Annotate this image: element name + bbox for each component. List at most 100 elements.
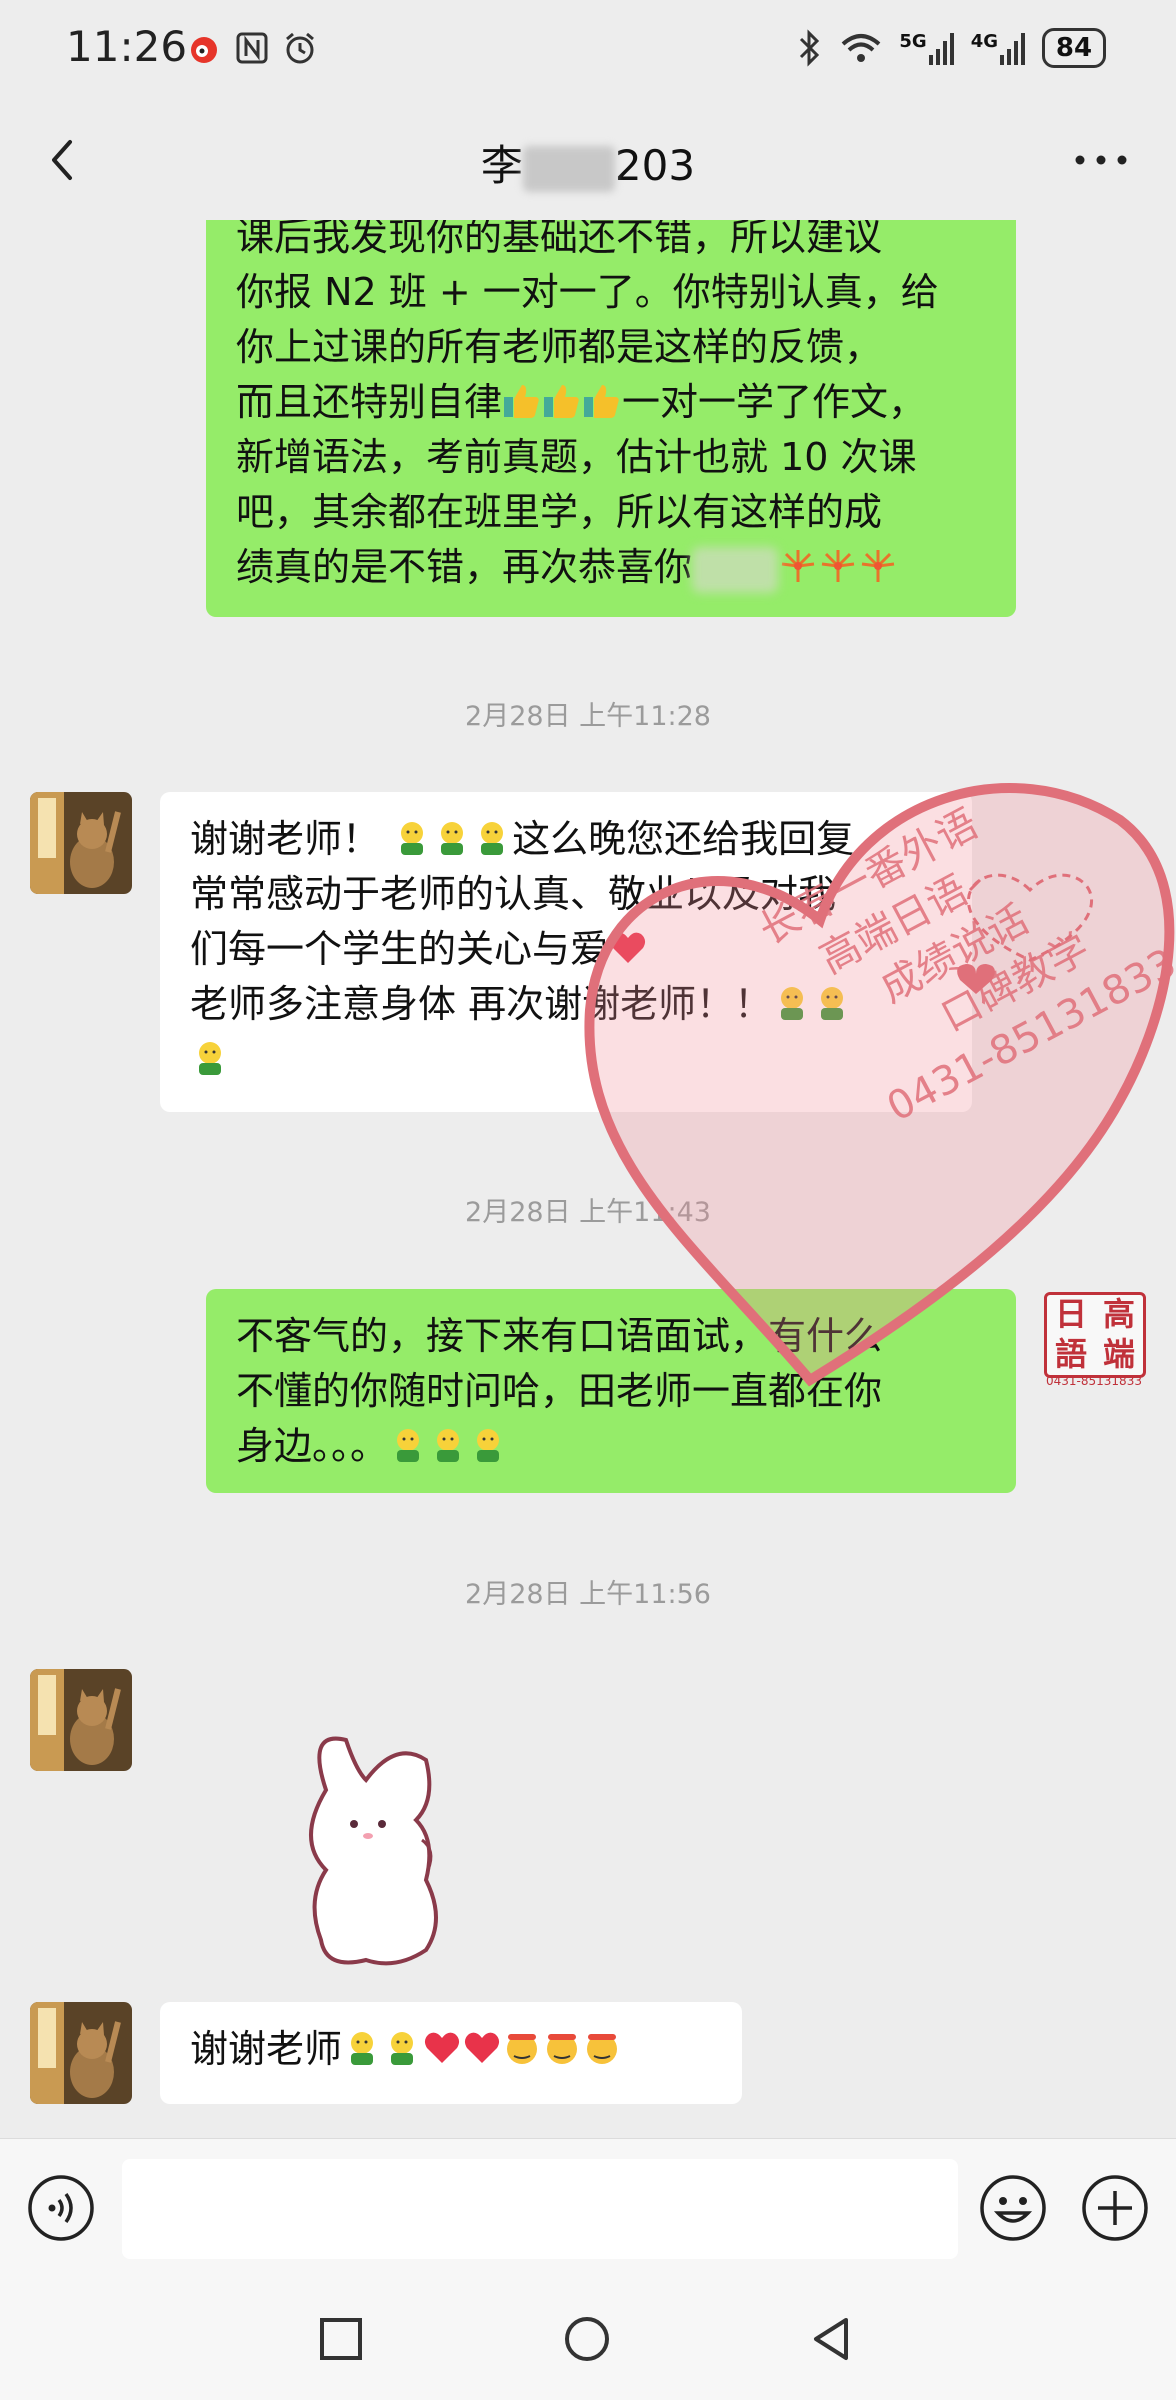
- cat-avatar-image: [30, 2002, 132, 2104]
- seal-char: 語: [1054, 1335, 1087, 1373]
- signal-4g: 4G: [971, 31, 1026, 65]
- emoji-hug-icon: [481, 822, 504, 855]
- message-bubble-incoming[interactable]: 谢谢老师: [160, 2002, 742, 2104]
- signal-5g: 5G: [899, 31, 954, 65]
- message-line: 身边。。。: [236, 1419, 986, 1474]
- seal-stamp: 日 高 語 端 0431-85131833: [1040, 1292, 1148, 1388]
- message-line: 不懂的你随时问哈，田老师一直都在你: [236, 1369, 883, 1413]
- message-text: 谢谢老师！: [190, 817, 381, 861]
- emoji-hug-icon: [441, 822, 464, 855]
- emoji-hug-icon: [781, 987, 804, 1020]
- message-line: 常常感动于老师的认真、敬业以及对我: [190, 872, 837, 916]
- network-label-4g: 4G: [970, 31, 998, 52]
- message-timestamp: 2月28日 上午11:43: [465, 1197, 711, 1228]
- status-left-icons: [186, 30, 318, 66]
- weibo-icon: [191, 37, 217, 63]
- message-text: 身边。。。: [236, 1424, 389, 1468]
- heart-icon: [464, 2032, 500, 2063]
- emoji-salute-icon: [587, 2034, 618, 2064]
- message-line: 新增语法，考前真题，估计也就 10 次课: [236, 435, 917, 479]
- cat-avatar-image: [30, 792, 132, 894]
- chat-title-suffix: 203: [614, 141, 696, 190]
- cat-avatar-image: [30, 1669, 132, 1771]
- battery-icon: 84: [1042, 28, 1106, 68]
- avatar[interactable]: [30, 792, 132, 894]
- message-line: 谢谢老师！ 这么晚您还给我回复，: [190, 812, 942, 867]
- seal-phone: 0431-85131833: [1046, 1374, 1142, 1388]
- emoji-icon[interactable]: [978, 2173, 1048, 2243]
- emoji-hug-icon: [351, 2032, 374, 2065]
- seal-char: 日: [1054, 1295, 1087, 1333]
- message-timestamp: 2月28日 上午11:28: [465, 701, 711, 732]
- status-bar: 11:26 5G 4G 84: [0, 0, 1176, 100]
- emoji-hug-icon: [391, 2032, 414, 2065]
- emoji-salute-icon: [547, 2034, 578, 2064]
- alarm-icon: [286, 32, 314, 64]
- firework-icon: [821, 550, 855, 582]
- bunny-sticker-image[interactable]: [286, 1720, 476, 1980]
- wifi-icon: [842, 34, 881, 62]
- avatar[interactable]: [30, 2002, 132, 2104]
- chat-input-bar: [0, 2138, 1176, 2275]
- heart-icon: [424, 2032, 460, 2063]
- thumbs-up-icon: [584, 385, 619, 418]
- message-line: 们每一个学生的关心与爱: [190, 922, 942, 977]
- battery-level: 84: [1055, 33, 1093, 63]
- message-text: 一对一学了作文，: [622, 380, 927, 424]
- back-triangle-icon[interactable]: [806, 2314, 856, 2364]
- message-text: 老师多注意身体 再次谢谢老师！！: [190, 982, 773, 1026]
- voice-icon[interactable]: [26, 2173, 96, 2243]
- home-icon[interactable]: [562, 2314, 612, 2364]
- emoji-salute-icon: [507, 2034, 538, 2064]
- firework-icon: [861, 550, 895, 582]
- chat-title-prefix: 李: [480, 141, 523, 190]
- emoji-hug-icon: [397, 1429, 420, 1462]
- message-bubble-outgoing[interactable]: 课后我发现你的基础还不错，所以建议 你报 N2 班 + 一对一了。你特别认真，给…: [206, 220, 1016, 617]
- message-line: 课后我发现你的基础还不错，所以建议: [236, 220, 883, 259]
- message-text: 们每一个学生的关心与爱: [190, 927, 609, 971]
- heart-icon: [610, 932, 646, 963]
- thumbs-up-icon: [504, 385, 539, 418]
- system-navigation-bar: [0, 2274, 1176, 2400]
- chat-header: 李 203: [0, 100, 1176, 220]
- emoji-hug-icon: [437, 1429, 460, 1462]
- thumbs-up-icon: [544, 385, 579, 418]
- message-text: 这么晚您还给我回复，: [512, 817, 893, 861]
- emoji-hug-icon: [477, 1429, 500, 1462]
- message-bubble-incoming[interactable]: 谢谢老师！ 这么晚您还给我回复， 常常感动于老师的认真、敬业以及对我 们每一个学…: [160, 792, 972, 1112]
- message-text: 谢谢老师: [190, 2027, 343, 2071]
- emoji-hug-icon: [821, 987, 844, 1020]
- chat-title: 李 203: [0, 132, 1176, 193]
- avatar[interactable]: [30, 1669, 132, 1771]
- message-text: 而且还特别自律: [236, 380, 503, 424]
- chat-area[interactable]: 课后我发现你的基础还不错，所以建议 你报 N2 班 + 一对一了。你特别认真，给…: [0, 220, 1176, 2138]
- message-line: [190, 1032, 942, 1087]
- network-label-5g: 5G: [899, 31, 927, 52]
- plus-icon[interactable]: [1080, 2173, 1150, 2243]
- message-line: 吧，其余都在班里学，所以有这样的成: [236, 490, 883, 534]
- bluetooth-icon: [800, 29, 820, 67]
- seal-char: 高: [1102, 1295, 1135, 1333]
- firework-icon: [781, 550, 815, 582]
- status-right-icons: 5G 4G 84: [797, 28, 1106, 68]
- message-line: 谢谢老师: [190, 2022, 712, 2077]
- message-timestamp: 2月28日 上午11:56: [465, 1579, 711, 1610]
- redacted-name: [522, 145, 615, 192]
- message-line: 你报 N2 班 + 一对一了。你特别认真，给: [236, 270, 939, 314]
- emoji-hug-icon: [401, 822, 424, 855]
- message-bubble-outgoing[interactable]: 不客气的，接下来有口语面试，有什么 不懂的你随时问哈，田老师一直都在你 身边。。…: [206, 1289, 1016, 1493]
- message-text: 绩真的是不错，再次恭喜你: [236, 545, 693, 589]
- more-dots-icon[interactable]: [1066, 130, 1136, 190]
- message-input[interactable]: [122, 2159, 958, 2259]
- recent-apps-icon[interactable]: [316, 2314, 366, 2364]
- signal-icon: [1000, 33, 1025, 65]
- message-line: 不客气的，接下来有口语面试，有什么: [236, 1314, 883, 1358]
- message-line: 老师多注意身体 再次谢谢老师！！: [190, 977, 942, 1032]
- message-line: 你上过课的所有老师都是这样的反馈，: [236, 325, 883, 369]
- nfc-icon: [236, 32, 268, 64]
- signal-icon: [928, 33, 954, 65]
- status-time: 11:26: [66, 22, 188, 71]
- redacted-name: [692, 546, 779, 593]
- message-line: 而且还特别自律 一对一学了作文，: [236, 375, 986, 430]
- emoji-hug-icon: [199, 1042, 221, 1075]
